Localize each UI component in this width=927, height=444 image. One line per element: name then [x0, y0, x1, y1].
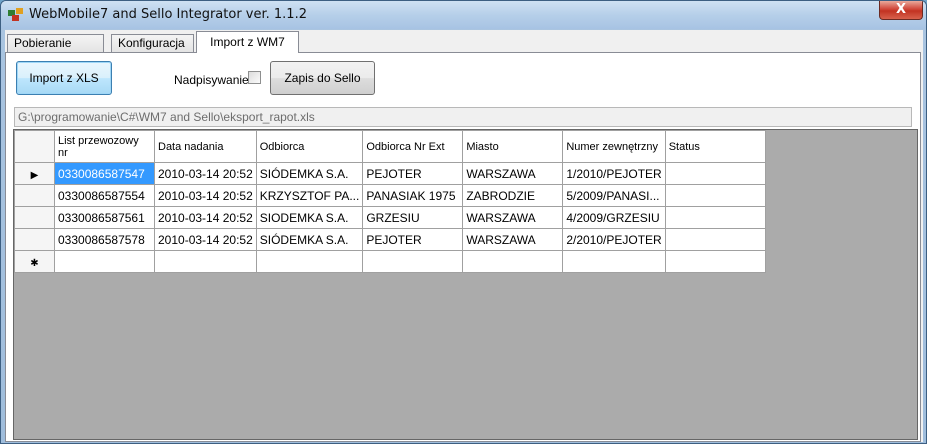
grid-cell[interactable]: [664, 184, 766, 207]
grid-cell[interactable]: [664, 206, 766, 229]
overwrite-label: Nadpisywanie: [174, 73, 249, 87]
app-icon: [8, 8, 23, 21]
grid-cell[interactable]: PEJOTER: [362, 228, 464, 251]
row-header[interactable]: [14, 228, 55, 251]
tab-pobieranie-danych[interactable]: Pobieranie Danych: [7, 34, 104, 67]
grid-cell[interactable]: 2010-03-14 20:52: [154, 162, 257, 185]
grid-cell[interactable]: 2010-03-14 20:52: [154, 206, 257, 229]
data-grid-table: List przewozowy nr Data nadania Odbiorca…: [14, 130, 766, 273]
new-row[interactable]: ✱: [14, 250, 766, 273]
column-header-miasto[interactable]: Miasto: [462, 130, 564, 163]
import-xls-button[interactable]: Import z XLS: [16, 61, 112, 95]
grid-cell-empty[interactable]: [664, 250, 766, 273]
column-header-status[interactable]: Status: [664, 130, 766, 163]
client-area: Pobieranie Danych Konfiguracja Import z …: [5, 30, 923, 442]
row-header[interactable]: [14, 184, 55, 207]
data-grid[interactable]: List przewozowy nr Data nadania Odbiorca…: [13, 129, 918, 440]
grid-cell[interactable]: ZABRODZIE: [462, 184, 564, 207]
grid-corner-cell[interactable]: [14, 130, 55, 163]
overwrite-checkbox[interactable]: [248, 71, 261, 84]
table-row[interactable]: ▶ 0330086587547 2010-03-14 20:52 SIÓDEMK…: [14, 162, 766, 185]
grid-cell[interactable]: GRZESIU: [362, 206, 464, 229]
grid-header-row: List przewozowy nr Data nadania Odbiorca…: [14, 130, 766, 163]
tab-import-z-wm7[interactable]: Import z WM7: [196, 31, 299, 53]
row-header[interactable]: [14, 206, 55, 229]
grid-cell[interactable]: 2010-03-14 20:52: [154, 228, 257, 251]
grid-cell[interactable]: PANASIAK 1975: [362, 184, 464, 207]
window-title: WebMobile7 and Sello Integrator ver. 1.1…: [29, 7, 307, 22]
table-row[interactable]: 0330086587554 2010-03-14 20:52 KRZYSZTOF…: [14, 184, 766, 207]
tab-strip: Pobieranie Danych Konfiguracja Import z …: [5, 30, 923, 67]
column-header-numer-zewnetrzny[interactable]: Numer zewnętrzny: [562, 130, 666, 163]
grid-cell[interactable]: WARSZAWA: [462, 206, 564, 229]
grid-cell-empty[interactable]: [462, 250, 564, 273]
grid-cell[interactable]: 0330086587561: [54, 206, 155, 229]
app-window: WebMobile7 and Sello Integrator ver. 1.1…: [0, 0, 927, 444]
column-header-odbiorca-nr-ext[interactable]: Odbiorca Nr Ext: [362, 130, 464, 163]
row-header-new[interactable]: ✱: [14, 250, 55, 273]
close-button[interactable]: X: [879, 1, 923, 20]
grid-cell[interactable]: 5/2009/PANASI...: [562, 184, 666, 207]
table-row[interactable]: 0330086587561 2010-03-14 20:52 SIODEMKA …: [14, 206, 766, 229]
grid-cell[interactable]: 4/2009/GRZESIU: [562, 206, 666, 229]
grid-cell[interactable]: 2010-03-14 20:52: [154, 184, 257, 207]
grid-cell[interactable]: SIODEMKA S.A.: [255, 206, 364, 229]
grid-cell[interactable]: PEJOTER: [362, 162, 464, 185]
current-row-marker-icon: ▶: [30, 169, 39, 181]
table-row[interactable]: 0330086587578 2010-03-14 20:52 SIÓDEMKA …: [14, 228, 766, 251]
save-to-sello-button[interactable]: Zapis do Sello: [270, 61, 375, 95]
grid-cell[interactable]: WARSZAWA: [462, 228, 564, 251]
grid-cell[interactable]: WARSZAWA: [462, 162, 564, 185]
new-row-asterisk-icon: ✱: [30, 257, 39, 269]
grid-cell[interactable]: [664, 228, 766, 251]
grid-cell[interactable]: 0330086587554: [54, 184, 155, 207]
tab-konfiguracja[interactable]: Konfiguracja: [111, 34, 194, 53]
grid-cell[interactable]: 2/2010/PEJOTER: [562, 228, 666, 251]
row-header-current[interactable]: ▶: [14, 162, 55, 185]
grid-cell-empty[interactable]: [562, 250, 666, 273]
grid-cell-selected[interactable]: 0330086587547: [54, 162, 155, 185]
column-header-odbiorca[interactable]: Odbiorca: [255, 130, 364, 163]
grid-cell[interactable]: 0330086587578: [54, 228, 155, 251]
grid-cell[interactable]: KRZYSZTOF PA...: [255, 184, 364, 207]
grid-cell-empty[interactable]: [255, 250, 364, 273]
grid-cell[interactable]: 1/2010/PEJOTER: [562, 162, 666, 185]
grid-cell[interactable]: [664, 162, 766, 185]
grid-cell-empty[interactable]: [154, 250, 257, 273]
title-bar[interactable]: WebMobile7 and Sello Integrator ver. 1.1…: [1, 1, 926, 29]
grid-cell[interactable]: SIÓDEMKA S.A.: [255, 162, 364, 185]
column-header-list-przewozowy[interactable]: List przewozowy nr: [54, 130, 155, 163]
column-header-data-nadania[interactable]: Data nadania: [154, 130, 257, 163]
grid-cell-empty[interactable]: [54, 250, 155, 273]
grid-cell[interactable]: SIÓDEMKA S.A.: [255, 228, 364, 251]
grid-cell-empty[interactable]: [362, 250, 464, 273]
file-path-field[interactable]: G:\programowanie\C#\WM7 and Sello\ekspor…: [14, 107, 912, 127]
